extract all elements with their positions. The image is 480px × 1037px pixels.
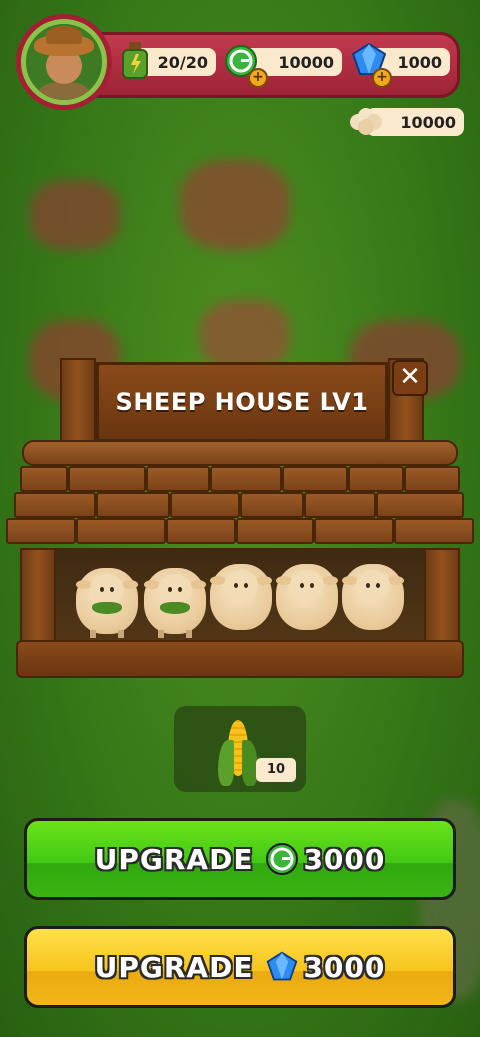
gem-icon [267, 951, 298, 981]
energy-bottle-icon [122, 42, 148, 79]
feed-quantity: 10 [256, 758, 296, 782]
close-icon: ✕ [399, 362, 421, 392]
building-title: SHEEP HOUSE LV1 [115, 388, 369, 416]
avatar [21, 19, 107, 105]
sheep-eating[interactable] [142, 560, 208, 640]
avatar-button[interactable] [16, 14, 112, 110]
coins-value: 10000 [278, 52, 334, 72]
gems-value: 1000 [397, 52, 442, 72]
wool-value: 10000 [400, 112, 456, 132]
energy-value: 20/20 [157, 52, 208, 72]
roof-shingles-row-2 [14, 492, 464, 518]
wool-icon [350, 108, 382, 135]
sheep-woolly[interactable] [340, 556, 406, 636]
sheep-woolly[interactable] [274, 556, 340, 636]
building-sign: SHEEP HOUSE LV1 [96, 362, 388, 442]
roof-beam [22, 440, 458, 466]
g-coin-icon [266, 843, 299, 875]
roof-shingles-row-3 [6, 518, 474, 544]
sheep-eating[interactable] [74, 560, 140, 640]
upgrade-with-coins-button[interactable]: UPGRADE 3000 [24, 818, 456, 900]
upgrade-with-gems-button[interactable]: UPGRADE 3000 [24, 926, 456, 1008]
upgrade-gem-cost: 3000 [303, 950, 386, 984]
pen-floor [16, 640, 464, 678]
corn-icon [218, 716, 258, 786]
add-coins-plus-icon[interactable]: + [248, 68, 268, 88]
feed-slot[interactable]: 10 [174, 706, 306, 792]
top-hud: 20/20 10000 + 1000 + [16, 12, 464, 112]
sheep-woolly[interactable] [208, 556, 274, 636]
close-button[interactable]: ✕ [392, 360, 428, 396]
upgrade-label: UPGRADE [94, 842, 254, 876]
upgrade-coin-cost: 3000 [303, 842, 386, 876]
roof-shingles-row-1 [20, 466, 460, 492]
upgrade-label: UPGRADE [94, 950, 254, 984]
add-gems-plus-icon[interactable]: + [372, 68, 392, 88]
